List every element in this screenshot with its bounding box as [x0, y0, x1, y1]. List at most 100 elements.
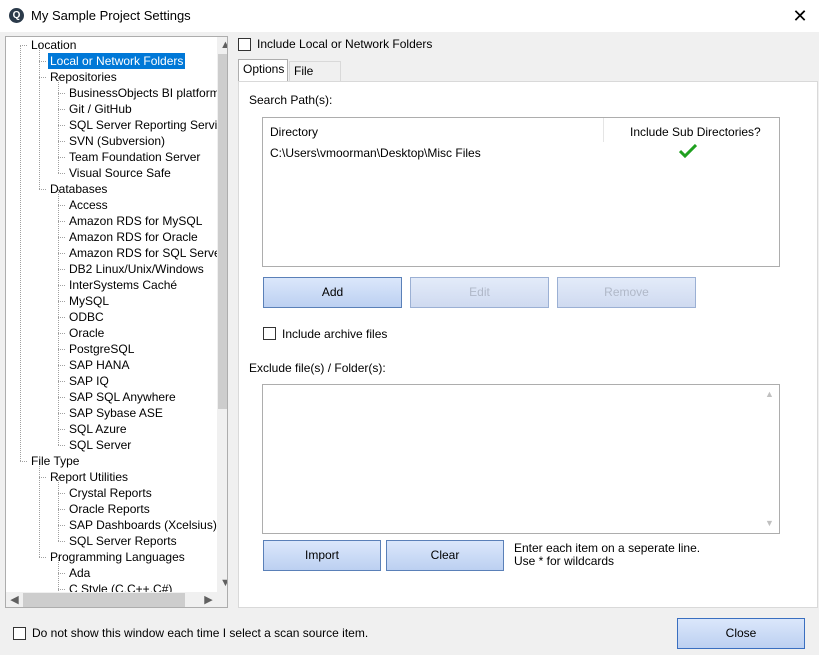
tree-item-postgresql[interactable]: PostgreSQL — [69, 341, 134, 357]
search-paths-label: Search Path(s): — [249, 93, 333, 107]
app-logo-icon: Q — [9, 8, 24, 23]
tree-item-db2-linux-unix-windows[interactable]: DB2 Linux/Unix/Windows — [69, 261, 204, 277]
column-header-include-sub[interactable]: Include Sub Directories? — [630, 125, 761, 139]
tree-item-sql-server-reporting-service[interactable]: SQL Server Reporting Service — [69, 117, 227, 133]
remove-button[interactable]: Remove — [557, 277, 696, 308]
tree-connector — [58, 525, 65, 526]
edit-button[interactable]: Edit — [410, 277, 549, 308]
tree-connector — [58, 509, 65, 510]
tree-item-programming-languages[interactable]: Programming Languages — [50, 549, 185, 565]
dont-show-checkbox[interactable] — [13, 627, 26, 640]
tree-vertical-scroll-thumb[interactable] — [218, 54, 227, 409]
column-header-directory[interactable]: Directory — [270, 125, 318, 139]
tree-connector — [39, 77, 46, 78]
tree-connector — [58, 221, 65, 222]
tree-connector — [58, 445, 65, 446]
tree-connector — [58, 429, 65, 430]
tree-connector — [58, 205, 65, 206]
title-bar: Q My Sample Project Settings ✕ — [0, 0, 819, 32]
tree-connector — [58, 93, 65, 94]
scroll-down-icon[interactable]: ▼ — [217, 575, 227, 592]
tab-options[interactable]: Options — [238, 59, 288, 81]
close-window-button[interactable]: ✕ — [789, 5, 811, 27]
include-archive-label: Include archive files — [282, 327, 388, 341]
tree-item-crystal-reports[interactable]: Crystal Reports — [69, 485, 152, 501]
add-button[interactable]: Add — [263, 277, 402, 308]
tree-item-sql-azure[interactable]: SQL Azure — [69, 421, 127, 437]
tree-connector — [39, 189, 46, 190]
textarea-scroll-up-icon[interactable]: ▲ — [765, 389, 774, 399]
tree-connector — [58, 349, 65, 350]
tree-vertical-scrollbar[interactable]: ▲ ▼ — [217, 37, 227, 592]
tree-guide-line — [39, 461, 40, 557]
tree-item-local-or-network-folders[interactable]: Local or Network Folders — [48, 53, 186, 69]
tree-connector — [58, 141, 65, 142]
tree-item-sap-sql-anywhere[interactable]: SAP SQL Anywhere — [69, 389, 176, 405]
dont-show-label: Do not show this window each time I sele… — [32, 626, 369, 640]
tree-guide-line — [39, 45, 40, 189]
tree-connector — [39, 557, 46, 558]
tree-item-databases[interactable]: Databases — [50, 181, 107, 197]
tree-item-amazon-rds-for-oracle[interactable]: Amazon RDS for Oracle — [69, 229, 198, 245]
hint-line-1: Enter each item on a seperate line. — [514, 541, 701, 555]
textarea-scroll-down-icon[interactable]: ▼ — [765, 518, 774, 528]
tree-item-amazon-rds-for-mysql[interactable]: Amazon RDS for MySQL — [69, 213, 202, 229]
exclude-label: Exclude file(s) / Folder(s): — [249, 361, 386, 375]
tree-item-amazon-rds-for-sql-server[interactable]: Amazon RDS for SQL Server — [69, 245, 225, 261]
table-row-directory[interactable]: C:\Users\vmoorman\Desktop\Misc Files — [270, 146, 481, 160]
tree-item-svn-subversion[interactable]: SVN (Subversion) — [69, 133, 165, 149]
tree-horizontal-scroll-thumb[interactable] — [23, 593, 185, 607]
tree-item-sql-server[interactable]: SQL Server — [69, 437, 131, 453]
scroll-right-icon[interactable]: ▶ — [200, 592, 217, 607]
tree-connector — [58, 381, 65, 382]
tree-connector — [58, 589, 65, 590]
tree-item-location[interactable]: Location — [31, 37, 76, 53]
tree-item-sql-server-reports[interactable]: SQL Server Reports — [69, 533, 177, 549]
tree-connector — [58, 413, 65, 414]
hint-line-2: Use * for wildcards — [514, 554, 615, 568]
tree-guide-line — [58, 77, 59, 173]
close-button[interactable]: Close — [677, 618, 805, 649]
tree-item-report-utilities[interactable]: Report Utilities — [50, 469, 128, 485]
tree-item-team-foundation-server[interactable]: Team Foundation Server — [69, 149, 200, 165]
tree-item-sap-dashboards-xcelsius[interactable]: SAP Dashboards (Xcelsius) — [69, 517, 217, 533]
tree-connector — [58, 333, 65, 334]
clear-button[interactable]: Clear — [386, 540, 504, 571]
tree-item-oracle[interactable]: Oracle — [69, 325, 104, 341]
tree-item-repositories[interactable]: Repositories — [50, 69, 117, 85]
tree-item-git-github[interactable]: Git / GitHub — [69, 101, 132, 117]
exclude-textarea[interactable] — [262, 384, 780, 534]
source-tree[interactable]: Location Local or Network Folders Reposito… — [5, 36, 228, 608]
tree-item-visual-source-safe[interactable]: Visual Source Safe — [69, 165, 171, 181]
tree-item-sap-sybase-ase[interactable]: SAP Sybase ASE — [69, 405, 163, 421]
tree-horizontal-scrollbar[interactable]: ◀ ▶ — [6, 592, 217, 607]
tree-item-businessobjects-bi-platform-4[interactable]: BusinessObjects BI platform 4 — [69, 85, 227, 101]
tree-connector — [58, 285, 65, 286]
tree-item-access[interactable]: Access — [69, 197, 108, 213]
scroll-up-icon[interactable]: ▲ — [217, 37, 227, 54]
tree-item-mysql[interactable]: MySQL — [69, 293, 109, 309]
search-paths-table[interactable]: Directory Include Sub Directories? C:\Us… — [262, 117, 780, 267]
include-folders-label: Include Local or Network Folders — [257, 37, 433, 51]
tree-item-ada[interactable]: Ada — [69, 565, 90, 581]
tree-item-intersystems-cach[interactable]: InterSystems Caché — [69, 277, 177, 293]
window-title: My Sample Project Settings — [31, 8, 191, 23]
include-archive-checkbox[interactable] — [263, 327, 276, 340]
include-folders-checkbox[interactable] — [238, 38, 251, 51]
tree-item-odbc[interactable]: ODBC — [69, 309, 104, 325]
tree-item-sap-hana[interactable]: SAP HANA — [69, 357, 129, 373]
tree-connector — [58, 541, 65, 542]
tree-connector — [58, 269, 65, 270]
tree-connector — [20, 461, 27, 462]
tree-connector — [58, 397, 65, 398]
tree-connector — [58, 157, 65, 158]
scroll-left-icon[interactable]: ◀ — [6, 592, 23, 607]
tree-item-oracle-reports[interactable]: Oracle Reports — [69, 501, 150, 517]
import-button[interactable]: Import — [263, 540, 381, 571]
tree-item-file-type[interactable]: File Type — [31, 453, 79, 469]
tree-connector — [39, 477, 46, 478]
tree-item-sap-iq[interactable]: SAP IQ — [69, 373, 109, 389]
tab-file-filter[interactable]: File Filter — [289, 61, 341, 97]
tree-connector — [39, 61, 46, 62]
tree-connector — [58, 365, 65, 366]
